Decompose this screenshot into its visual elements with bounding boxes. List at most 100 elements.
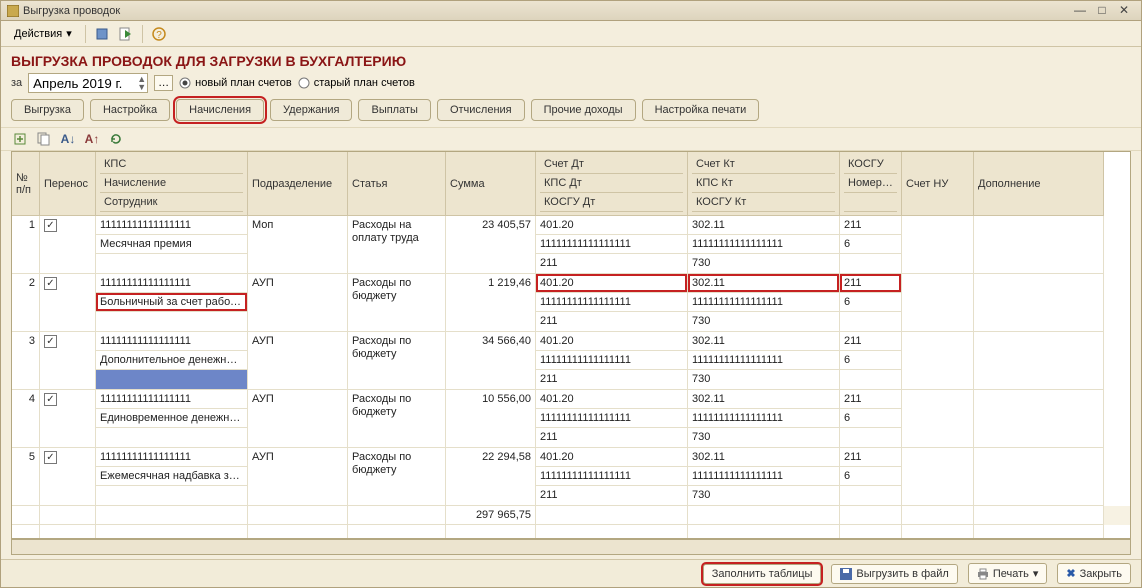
totals-row: 297 965,75 xyxy=(12,506,1130,525)
cell-article: Расходы по бюджету xyxy=(348,274,446,332)
cell-carry[interactable]: ✓ xyxy=(40,448,96,506)
cell-dt-group: 401.2011111111111111111211 xyxy=(536,274,688,332)
horizontal-scrollbar[interactable] xyxy=(11,539,1131,555)
cell-sum: 34 566,40 xyxy=(446,332,536,390)
actions-menu[interactable]: Действия ▾ xyxy=(7,24,79,43)
toolbar-icon-1[interactable] xyxy=(92,24,112,44)
cell-article: Расходы на оплату труда xyxy=(348,216,446,274)
tab-deductions[interactable]: Удержания xyxy=(270,99,352,121)
cell-carry[interactable]: ✓ xyxy=(40,216,96,274)
cell-dt-group: 401.2011111111111111111211 xyxy=(536,332,688,390)
cell-kt-group: 302.1111111111111111111730 xyxy=(688,448,840,506)
col-kosgu-group[interactable]: КОСГУНомер журнала xyxy=(840,152,902,216)
toolbar-icon-2[interactable] xyxy=(116,24,136,44)
checkbox-icon: ✓ xyxy=(44,393,57,406)
print-button[interactable]: Печать ▾ xyxy=(968,563,1048,584)
grid-sort-asc-icon[interactable]: A↓ xyxy=(59,130,77,148)
tab-contributions[interactable]: Отчисления xyxy=(437,99,525,121)
cell-sum: 22 294,58 xyxy=(446,448,536,506)
cell-schetnu xyxy=(902,332,974,390)
cell-podr: АУП xyxy=(248,274,348,332)
cell-dop xyxy=(974,274,1104,332)
window-title: Выгрузка проводок xyxy=(23,5,120,17)
col-kt-group[interactable]: Счет КтКПС КтКОСГУ Кт xyxy=(688,152,840,216)
cell-dop xyxy=(974,332,1104,390)
printer-icon xyxy=(977,568,989,580)
period-spinner-icon[interactable]: ▲▼ xyxy=(137,75,146,91)
tab-export[interactable]: Выгрузка xyxy=(11,99,84,121)
chevron-down-icon: ▾ xyxy=(66,27,72,40)
grid-sort-desc-icon[interactable]: A↑ xyxy=(83,130,101,148)
cell-kosgu-group: 2116 xyxy=(840,332,902,390)
cell-article: Расходы по бюджету xyxy=(348,390,446,448)
grid-refresh-icon[interactable] xyxy=(107,130,125,148)
col-dt-group[interactable]: Счет ДтКПС ДтКОСГУ Дт xyxy=(536,152,688,216)
grid-copy-icon[interactable] xyxy=(35,130,53,148)
col-carry[interactable]: Перенос xyxy=(40,152,96,216)
tab-settings[interactable]: Настройка xyxy=(90,99,170,121)
cell-kt-group: 302.1111111111111111111730 xyxy=(688,216,840,274)
checkbox-icon: ✓ xyxy=(44,277,57,290)
table-row[interactable]: 5✓11111111111111111Ежемесячная надбавка … xyxy=(12,448,1130,506)
minimize-button[interactable]: — xyxy=(1069,4,1091,18)
empty-row xyxy=(12,525,1130,539)
table-row[interactable]: 4✓11111111111111111Единовременное денежн… xyxy=(12,390,1130,448)
cell-kt-group: 302.1111111111111111111730 xyxy=(688,274,840,332)
tab-other-income[interactable]: Прочие доходы xyxy=(531,99,636,121)
col-article[interactable]: Статья xyxy=(348,152,446,216)
main-toolbar: Действия ▾ ? xyxy=(1,21,1141,47)
tab-payouts[interactable]: Выплаты xyxy=(358,99,430,121)
col-dop[interactable]: Дополнение xyxy=(974,152,1104,216)
maximize-button[interactable]: □ xyxy=(1091,4,1113,18)
cell-num: 3 xyxy=(12,332,40,390)
cell-schetnu xyxy=(902,448,974,506)
cell-num: 1 xyxy=(12,216,40,274)
cell-kt-group: 302.1111111111111111111730 xyxy=(688,332,840,390)
close-button[interactable]: ✕ xyxy=(1113,4,1135,18)
table-row[interactable]: 3✓11111111111111111Дополнительное денежн… xyxy=(12,332,1130,390)
cell-podr: Моп xyxy=(248,216,348,274)
data-grid[interactable]: № п/п Перенос КПСНачислениеСотрудник Под… xyxy=(11,151,1131,539)
col-sum[interactable]: Сумма xyxy=(446,152,536,216)
period-ellipsis-button[interactable]: … xyxy=(154,75,173,91)
table-row[interactable]: 2 ✓ 11111111111111111Больничный за счет ра… xyxy=(12,274,1130,332)
grid-add-icon[interactable] xyxy=(11,130,29,148)
col-podr[interactable]: Подразделение xyxy=(248,152,348,216)
cell-kosgu-group: 2116 xyxy=(840,390,902,448)
cell-carry[interactable]: ✓ xyxy=(40,390,96,448)
cell-dop xyxy=(974,390,1104,448)
title-bar: Выгрузка проводок — □ ✕ xyxy=(1,1,1141,21)
cell-carry[interactable]: ✓ xyxy=(40,274,96,332)
cell-schetnu xyxy=(902,216,974,274)
total-sum: 297 965,75 xyxy=(446,506,536,525)
table-row[interactable]: 1 ✓ 11111111111111111Месячная премия МопРа… xyxy=(12,216,1130,274)
cell-carry[interactable]: ✓ xyxy=(40,332,96,390)
tab-accruals[interactable]: Начисления xyxy=(176,99,264,121)
page-title: ВЫГРУЗКА ПРОВОДОК ДЛЯ ЗАГРУЗКИ В БУХГАЛТ… xyxy=(1,47,1141,73)
cell-sum: 1 219,46 xyxy=(446,274,536,332)
radio-checked-icon xyxy=(179,77,191,89)
cell-num: 4 xyxy=(12,390,40,448)
cell-dt-group: 401.2011111111111111111211 xyxy=(536,390,688,448)
radio-new-plan[interactable]: новый план счетов xyxy=(179,77,292,89)
checkbox-icon: ✓ xyxy=(44,219,57,232)
col-num[interactable]: № п/п xyxy=(12,152,40,216)
save-icon xyxy=(840,568,852,580)
cell-kosgu-group: 2116 xyxy=(840,274,902,332)
tab-print-settings[interactable]: Настройка печати xyxy=(642,99,760,121)
period-input[interactable] xyxy=(28,73,148,93)
cell-kosgu-group: 2116 xyxy=(840,448,902,506)
checkbox-icon: ✓ xyxy=(44,451,57,464)
radio-old-plan[interactable]: старый план счетов xyxy=(298,77,415,89)
close-form-button[interactable]: ✖ Закрыть xyxy=(1057,563,1131,584)
fill-tables-button[interactable]: Заполнить таблицы xyxy=(703,564,822,584)
help-icon[interactable]: ? xyxy=(149,24,169,44)
cell-kps-group: 11111111111111111Месячная премия xyxy=(96,216,248,274)
period-label: за xyxy=(11,77,22,89)
cell-kt-group: 302.1111111111111111111730 xyxy=(688,390,840,448)
cell-num: 2 xyxy=(12,274,40,332)
col-schetnu[interactable]: Счет НУ xyxy=(902,152,974,216)
col-kps-group[interactable]: КПСНачислениеСотрудник xyxy=(96,152,248,216)
export-file-button[interactable]: Выгрузить в файл xyxy=(831,564,957,584)
cell-kps-group: 11111111111111111Больничный за счет рабо… xyxy=(96,274,248,332)
